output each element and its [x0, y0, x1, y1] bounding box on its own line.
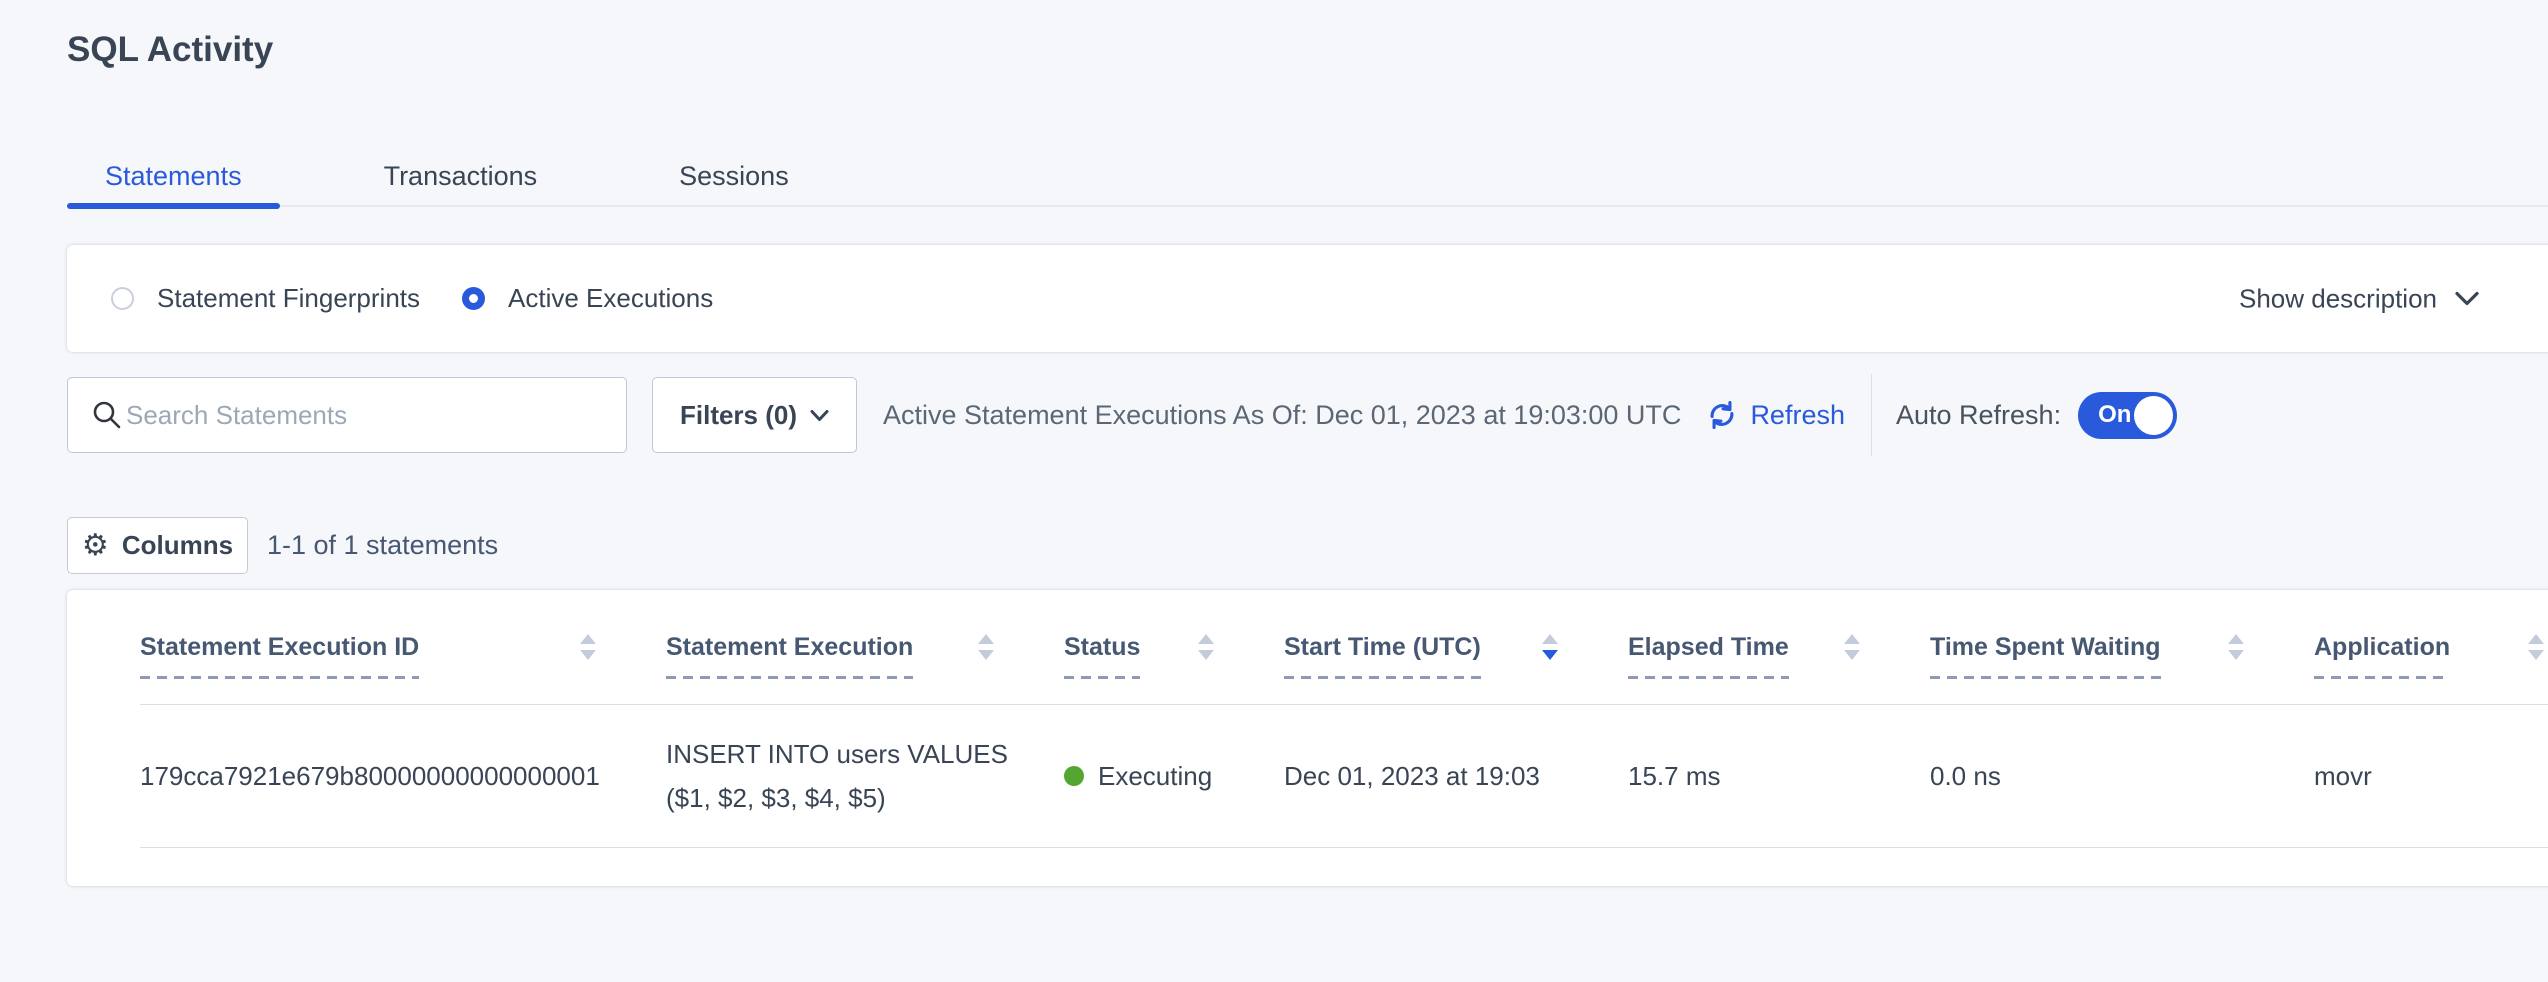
cell-statement-execution-id: 179cca7921e679b80000000000000001	[140, 761, 666, 792]
auto-refresh-label: Auto Refresh:	[1896, 400, 2061, 431]
status-executing-icon	[1064, 766, 1084, 786]
refresh-button[interactable]: Refresh	[1705, 398, 1845, 432]
sort-icon[interactable]	[1198, 634, 1214, 660]
tab-statements[interactable]: Statements	[67, 148, 280, 205]
column-header-statement-execution-id[interactable]: Statement Execution ID	[140, 633, 666, 662]
sort-icon[interactable]	[2528, 634, 2544, 660]
column-header-time-spent-waiting[interactable]: Time Spent Waiting	[1930, 633, 2314, 662]
radio-unselected-icon[interactable]	[111, 287, 134, 310]
radio-active-executions[interactable]: Active Executions	[462, 283, 713, 314]
cell-status: Executing	[1064, 761, 1284, 792]
sort-icon-active-desc[interactable]	[1542, 634, 1558, 660]
columns-button[interactable]: ⚙ Columns	[67, 517, 248, 574]
auto-refresh-toggle[interactable]: On	[2078, 392, 2177, 439]
columns-button-label: Columns	[122, 530, 233, 561]
chevron-down-icon	[810, 409, 829, 422]
gear-icon: ⚙	[82, 531, 109, 561]
controls-row: Filters (0) Active Statement Executions …	[67, 375, 2177, 455]
tab-bar: Statements Transactions Sessions	[67, 148, 2548, 207]
column-header-application[interactable]: Application	[2314, 633, 2548, 662]
refresh-icon	[1705, 398, 1739, 432]
table-header-row: Statement Execution ID Statement Executi…	[140, 590, 2548, 705]
sort-icon[interactable]	[1844, 634, 1860, 660]
table-controls-row: ⚙ Columns 1-1 of 1 statements	[67, 517, 498, 574]
show-description-label: Show description	[2239, 283, 2437, 314]
toggle-knob	[2134, 396, 2173, 435]
column-header-statement-execution[interactable]: Statement Execution	[666, 633, 1064, 662]
vertical-divider	[1871, 374, 1872, 456]
cell-statement-execution[interactable]: INSERT INTO users VALUES ($1, $2, $3, $4…	[666, 732, 1064, 820]
table-row: 179cca7921e679b80000000000000001 INSERT …	[140, 705, 2548, 848]
status-badge: Executing	[1098, 761, 1212, 792]
tab-sessions[interactable]: Sessions	[641, 148, 827, 205]
result-count: 1-1 of 1 statements	[267, 530, 498, 561]
sort-icon[interactable]	[580, 634, 596, 660]
radio-selected-icon[interactable]	[462, 287, 485, 310]
sort-icon[interactable]	[2228, 634, 2244, 660]
search-box[interactable]	[67, 377, 627, 453]
page-title: SQL Activity	[67, 30, 273, 70]
search-icon	[92, 400, 122, 430]
cell-start-time: Dec 01, 2023 at 19:03	[1284, 761, 1628, 792]
show-description-toggle[interactable]: Show description	[2239, 283, 2479, 314]
sort-icon[interactable]	[978, 634, 994, 660]
column-header-elapsed-time[interactable]: Elapsed Time	[1628, 633, 1930, 662]
cell-application: movr	[2314, 761, 2548, 792]
statements-table: Statement Execution ID Statement Executi…	[140, 590, 2548, 848]
radio-active-executions-label: Active Executions	[508, 283, 713, 314]
column-header-start-time[interactable]: Start Time (UTC)	[1284, 633, 1628, 662]
cell-elapsed-time: 15.7 ms	[1628, 761, 1930, 792]
cell-time-spent-waiting: 0.0 ns	[1930, 761, 2314, 792]
radio-statement-fingerprints-label: Statement Fingerprints	[157, 283, 420, 314]
filters-button[interactable]: Filters (0)	[652, 377, 857, 453]
statements-table-card: Statement Execution ID Statement Executi…	[67, 590, 2548, 886]
refresh-label: Refresh	[1750, 400, 1845, 431]
search-input[interactable]	[68, 378, 626, 452]
as-of-timestamp: Active Statement Executions As Of: Dec 0…	[883, 400, 1681, 431]
radio-statement-fingerprints[interactable]: Statement Fingerprints	[111, 283, 420, 314]
tab-transactions[interactable]: Transactions	[346, 148, 576, 205]
filters-button-label: Filters (0)	[680, 400, 797, 431]
chevron-down-icon	[2455, 291, 2479, 307]
view-mode-card: Statement Fingerprints Active Executions…	[67, 245, 2548, 352]
auto-refresh-toggle-state: On	[2098, 401, 2131, 429]
column-header-status[interactable]: Status	[1064, 633, 1284, 662]
